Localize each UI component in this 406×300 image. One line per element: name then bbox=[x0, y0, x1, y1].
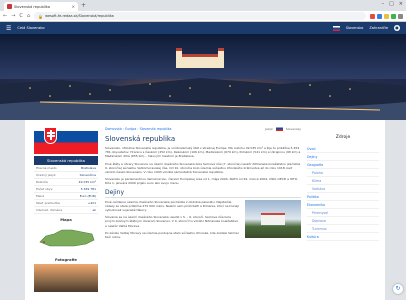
globe-icon[interactable]: ● bbox=[394, 25, 400, 31]
history-paragraph: Slovania sa na území dnešného Slovenska … bbox=[105, 215, 239, 228]
url-text: wesoft-fe-redaa.sk/Slovenská/republika bbox=[45, 14, 114, 18]
infobox-key: Hlavné mesto bbox=[36, 166, 57, 170]
infobox-row: Mena Euro (EUR) bbox=[34, 193, 98, 200]
language-link[interactable]: Slovensko bbox=[346, 26, 364, 30]
castle-photo[interactable] bbox=[245, 199, 301, 238]
breadcrumb-home[interactable]: Domovská bbox=[105, 127, 122, 131]
castle-illustration bbox=[176, 48, 224, 68]
toc-title: Zdroje bbox=[335, 135, 351, 140]
toc-item[interactable]: Doprava bbox=[307, 217, 379, 225]
infobox-row: Rozloha 49 035 km² bbox=[34, 179, 98, 186]
country-map[interactable] bbox=[34, 224, 98, 252]
url-field[interactable]: 🔒 wesoft-fe-redaa.sk/Slovenská/republika bbox=[34, 12, 366, 20]
city-lights bbox=[0, 78, 406, 120]
infobox-row: Hlavné mesto Bratislava bbox=[34, 165, 98, 172]
infobox-sidebar: Slovenská republika Hlavné mesto Bratisla… bbox=[34, 120, 98, 300]
table-of-contents: Zdroje Úvod Dejiny Geografia Poloha Klíma Vod… bbox=[307, 120, 379, 300]
infobox-row: Úradný jazyk Slovenčina bbox=[34, 172, 98, 179]
infobox-key: Rozloha bbox=[36, 180, 48, 184]
language-flag-icon bbox=[275, 126, 283, 131]
page-content: Slovenská republika Hlavné mesto Bratisla… bbox=[25, 120, 385, 300]
hero-banner bbox=[0, 34, 406, 120]
infobox-facts: Hlavné mesto Bratislava Úradný jazyk Sloven… bbox=[34, 165, 98, 214]
infobox-value: .sk bbox=[91, 208, 96, 212]
article-toolbar: Jazyk Slovensky bbox=[265, 126, 301, 131]
toc-item[interactable]: Dejiny bbox=[307, 153, 379, 161]
browser-tab-bar: Slovenská republika × + – □ × bbox=[0, 0, 406, 11]
infobox-value: Euro (EUR) bbox=[79, 194, 96, 198]
slovak-flag-icon bbox=[332, 25, 340, 31]
infobox-row: Telef. predvoľba +421 bbox=[34, 200, 98, 207]
browser-tab[interactable]: Slovenská republika × bbox=[4, 2, 78, 11]
site-header: ☰ Celá Slovensko Slovensko Zahraničie ● bbox=[0, 22, 406, 34]
infobox-title: Slovenská republika bbox=[34, 156, 98, 165]
language-select[interactable]: Slovensky bbox=[286, 127, 301, 131]
infobox-row: Počet obyv. 5 459 781 bbox=[34, 186, 98, 193]
toc-item[interactable]: Geografia bbox=[307, 161, 379, 169]
abroad-link[interactable]: Zahraničie bbox=[369, 26, 388, 30]
coat-of-arms-icon bbox=[44, 127, 57, 144]
close-window-button[interactable]: × bbox=[399, 1, 403, 7]
infobox-value: Slovenčina bbox=[79, 173, 96, 177]
menu-icon[interactable]: ☰ bbox=[6, 25, 11, 32]
new-tab-button[interactable]: + bbox=[81, 2, 86, 9]
tab-title: Slovenská republika bbox=[14, 4, 50, 9]
infobox-value: 5 459 781 bbox=[80, 187, 96, 191]
refresh-fab-button[interactable]: ↻ bbox=[393, 284, 403, 294]
lock-icon: 🔒 bbox=[38, 13, 44, 19]
infobox-value: 49 035 km² bbox=[78, 180, 96, 184]
back-icon[interactable]: ← bbox=[3, 13, 7, 19]
politics-paragraph: Slovensko je parlamentnou demokraciou, č… bbox=[105, 177, 298, 186]
favicon-icon bbox=[7, 4, 12, 9]
intro-paragraph: Slovensko, oficiálne Slovenská republika… bbox=[105, 146, 301, 159]
photos-heading: Fotografie bbox=[54, 257, 77, 262]
infobox-key: Úradný jazyk bbox=[36, 173, 56, 177]
infobox-value: Bratislava bbox=[81, 166, 96, 170]
extension-icon[interactable] bbox=[370, 13, 375, 19]
reload-icon[interactable]: C bbox=[19, 13, 23, 19]
window-controls: – □ × bbox=[382, 1, 403, 7]
photo-thumbnail[interactable] bbox=[34, 264, 98, 292]
toc-list: Úvod Dejiny Geografia Poloha Klíma Vodstvo Pol… bbox=[307, 145, 379, 241]
address-bar: ← → C ⌂ 🔒 wesoft-fe-redaa.sk/Slovenská/r… bbox=[0, 11, 406, 22]
tab-close-icon[interactable]: × bbox=[72, 4, 75, 9]
forward-icon[interactable]: → bbox=[11, 13, 15, 19]
extension-icon[interactable] bbox=[384, 13, 389, 19]
home-icon[interactable]: ⌂ bbox=[27, 13, 30, 19]
infobox-value: +421 bbox=[87, 201, 96, 205]
history-paragraph: Prvé osídlenie územia dnešného Slovenska… bbox=[105, 199, 240, 213]
toc-item[interactable]: Úvod bbox=[307, 145, 379, 153]
infobox-key: Telef. predvoľba bbox=[36, 201, 60, 205]
history-paragraph: Po zániku Veľkej Moravy sa územie postup… bbox=[105, 230, 239, 240]
infobox-key: Mena bbox=[36, 194, 45, 198]
toc-item[interactable]: Priemysel bbox=[307, 209, 379, 217]
article: Domovská › Európa › Slovenská republika … bbox=[105, 120, 301, 300]
tool-label: Jazyk bbox=[265, 126, 273, 131]
site-header-label[interactable]: Celá Slovensko bbox=[17, 26, 44, 30]
infobox-key: Počet obyv. bbox=[36, 187, 54, 191]
infobox-row: Internet. doména .sk bbox=[34, 207, 98, 214]
extension-icon[interactable] bbox=[391, 13, 396, 19]
extensions-area bbox=[370, 13, 403, 19]
breadcrumb-europe[interactable]: Európa bbox=[125, 127, 136, 131]
extension-icon[interactable] bbox=[398, 13, 403, 19]
toc-item[interactable]: Klíma bbox=[307, 177, 379, 185]
slovak-flag-image bbox=[34, 120, 98, 154]
history-heading: Dejiny bbox=[105, 189, 301, 198]
infobox-key: Internet. doména bbox=[36, 208, 63, 212]
toc-item[interactable]: Vodstvo bbox=[307, 185, 379, 193]
extension-icon[interactable] bbox=[377, 13, 382, 19]
history-summary-paragraph: Prvé štáty a útvary Slovanov na území dn… bbox=[105, 161, 301, 175]
toc-item[interactable]: Ekonomika bbox=[307, 201, 379, 209]
minimize-button[interactable]: – bbox=[382, 1, 385, 7]
toc-item[interactable]: Kultúra bbox=[307, 233, 379, 241]
map-heading: Mapa bbox=[60, 217, 72, 222]
article-title: Slovenská republika bbox=[105, 135, 176, 143]
breadcrumb-current[interactable]: Slovenská republika bbox=[140, 127, 172, 131]
history-section: Prvé osídlenie územia dnešného Slovenska… bbox=[105, 199, 301, 243]
maximize-button[interactable]: □ bbox=[389, 1, 394, 7]
toc-item[interactable]: Poloha bbox=[307, 169, 379, 177]
toc-item[interactable]: Politika bbox=[307, 193, 379, 201]
toc-item[interactable]: Turizmus bbox=[307, 225, 379, 233]
